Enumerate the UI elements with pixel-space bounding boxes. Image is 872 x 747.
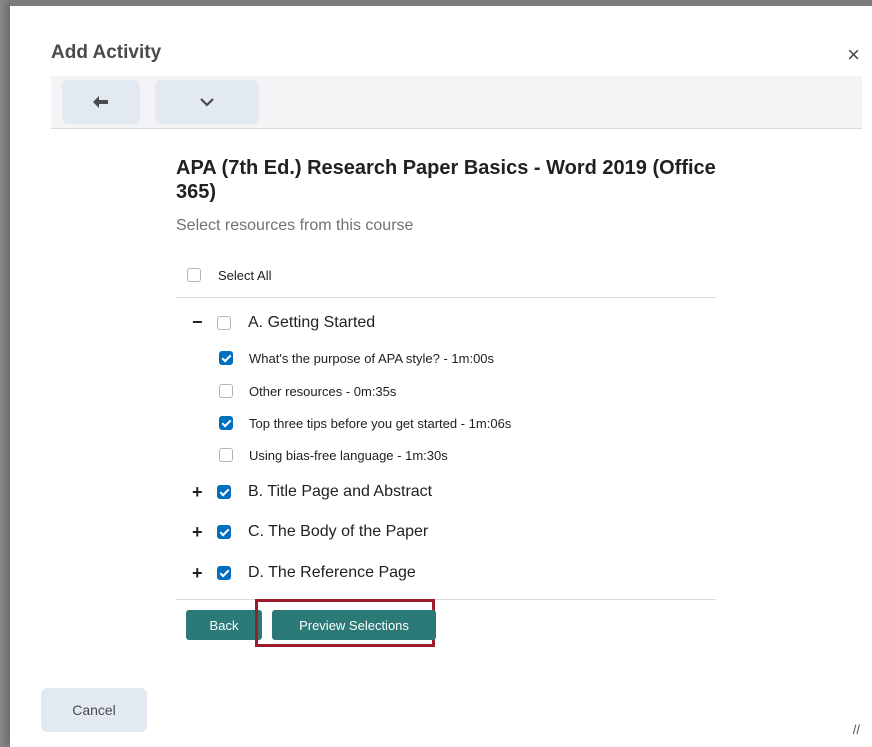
- add-activity-dialog: Add Activity ×: [10, 0, 872, 747]
- chevron-down-icon: [200, 98, 214, 107]
- course-subtitle: Select resources from this course: [176, 217, 414, 234]
- toolbar: [51, 76, 862, 129]
- item-label: Using bias-free language - 1m:30s: [249, 448, 448, 463]
- section-c-checkbox[interactable]: [217, 525, 231, 539]
- course-title: APA (7th Ed.) Research Paper Basics - Wo…: [176, 157, 716, 203]
- select-all-checkbox[interactable]: [187, 268, 201, 282]
- section-b-label: B. Title Page and Abstract: [248, 483, 433, 500]
- item-checkbox[interactable]: [219, 448, 233, 462]
- section-b-checkbox[interactable]: [217, 485, 231, 499]
- section-a-checkbox[interactable]: [217, 316, 231, 330]
- collapse-section-a-icon[interactable]: −: [192, 313, 203, 331]
- section-d-checkbox[interactable]: [217, 566, 231, 580]
- item-label: What's the purpose of APA style? - 1m:00…: [249, 351, 495, 366]
- back-button[interactable]: Back: [186, 610, 262, 640]
- close-icon[interactable]: ×: [847, 44, 860, 66]
- select-all-label: Select All: [218, 268, 272, 283]
- item-checkbox[interactable]: [219, 416, 233, 430]
- expand-section-d-icon[interactable]: +: [192, 564, 203, 582]
- item-checkbox[interactable]: [219, 384, 233, 398]
- section-d-label: D. The Reference Page: [248, 564, 416, 581]
- section-c-label: C. The Body of the Paper: [248, 523, 429, 540]
- cancel-button[interactable]: Cancel: [41, 688, 147, 732]
- preview-selections-button[interactable]: Preview Selections: [272, 610, 436, 640]
- back-arrow-button[interactable]: [62, 80, 140, 124]
- expand-section-c-icon[interactable]: +: [192, 523, 203, 541]
- section-a-label: A. Getting Started: [248, 314, 376, 331]
- item-checkbox[interactable]: [219, 351, 233, 365]
- resize-handle-icon[interactable]: //: [853, 722, 860, 737]
- expand-section-b-icon[interactable]: +: [192, 483, 203, 501]
- dropdown-button[interactable]: [155, 80, 259, 124]
- divider: [176, 297, 716, 298]
- item-label: Top three tips before you get started - …: [249, 416, 512, 431]
- arrow-left-icon: [93, 96, 108, 108]
- item-label: Other resources - 0m:35s: [249, 384, 397, 399]
- dialog-title: Add Activity: [51, 42, 162, 63]
